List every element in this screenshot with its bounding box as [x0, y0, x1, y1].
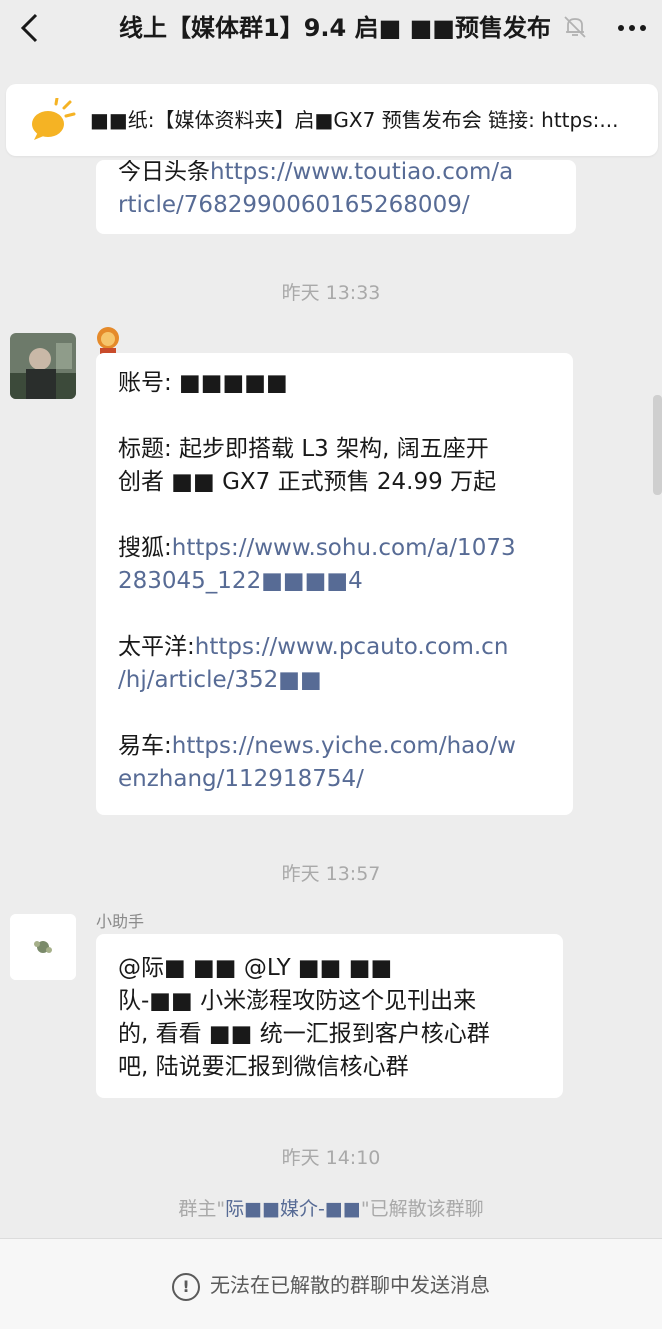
pinned-text: ■■纸:【媒体资料夹】启■GX7 预售发布会 链接: https:...: [90, 108, 619, 132]
more-dots-icon: [618, 25, 624, 31]
yiche-link[interactable]: https://news.yiche.com/hao/w: [172, 733, 516, 759]
message-line: 的, 看看 ■■ 统一汇报到客户核心群: [118, 1021, 490, 1047]
scrollbar-thumb[interactable]: [653, 395, 662, 495]
lion-emoji-icon: [97, 327, 119, 354]
pcauto-link-cont[interactable]: /hj/article/352■■: [118, 667, 322, 693]
timestamp: 昨天 13:57: [281, 863, 381, 885]
assistant-avatar-icon: [10, 914, 76, 980]
announcement-bulb-icon: [32, 98, 76, 140]
message-bubble-toutiao[interactable]: 今日头条https://www.toutiao.com/a rticle/768…: [96, 160, 576, 234]
message-bubble-assistant[interactable]: @际■ ■■ @LY ■■ ■■ 队-■■ 小米澎程攻防这个见刊出来 的, 看看…: [96, 934, 563, 1098]
pcauto-label: 太平洋:: [118, 634, 195, 660]
toutiao-link[interactable]: https://www.toutiao.com/a: [210, 160, 513, 185]
bell-off-icon: [564, 16, 586, 38]
message-line: 吧, 陆说要汇报到微信核心群: [118, 1054, 409, 1080]
title-line-1: 标题: 起步即搭载 L3 架构, 阔五座开: [118, 436, 489, 462]
title-line-2: 创者 ■■ GX7 正式预售 24.99 万起: [118, 469, 497, 495]
more-options-button[interactable]: [612, 10, 652, 46]
yiche-label: 易车:: [118, 733, 172, 759]
yiche-link-cont[interactable]: enzhang/112918754/: [118, 766, 364, 792]
message-bubble-links[interactable]: 账号: ■■■■■ 标题: 起步即搭载 L3 架构, 阔五座开 创者 ■■ GX…: [96, 353, 573, 815]
toutiao-link-cont[interactable]: rticle/7682990060165268009/: [118, 192, 470, 218]
chevron-left-icon: [20, 13, 38, 43]
top-nav-bar: 线上【媒体群1】9.4 启■ ■■预售发布: [0, 0, 662, 56]
chat-title: 线上【媒体群1】9.4 启■ ■■预售发布: [119, 14, 551, 42]
system-prefix: 群主": [178, 1198, 226, 1220]
bottom-bar: ! 无法在已解散的群聊中发送消息: [0, 1238, 662, 1329]
sohu-link[interactable]: https://www.sohu.com/a/1073: [172, 535, 516, 561]
pcauto-link[interactable]: https://www.pcauto.com.cn: [195, 634, 509, 660]
avatar[interactable]: [10, 914, 76, 980]
timestamp: 昨天 13:33: [281, 282, 381, 304]
warning-circle-icon: !: [172, 1272, 200, 1301]
back-button[interactable]: [12, 10, 48, 46]
cannot-send-text: 无法在已解散的群聊中发送消息: [210, 1273, 490, 1297]
sohu-label: 搜狐:: [118, 535, 172, 561]
sender-name: 小助手: [96, 912, 145, 931]
avatar-photo: [10, 333, 76, 399]
pinned-announcement[interactable]: ■■纸:【媒体资料夹】启■GX7 预售发布会 链接: https:...: [6, 84, 658, 156]
message-line: 队-■■ 小米澎程攻防这个见刊出来: [118, 988, 477, 1014]
timestamp: 昨天 14:10: [281, 1147, 381, 1169]
group-owner-name[interactable]: 际■■媒介-■■: [225, 1198, 361, 1220]
account-line: 账号: ■■■■■: [118, 370, 288, 396]
group-dissolved-notice: 群主"际■■媒介-■■"已解散该群聊: [0, 1194, 662, 1221]
avatar[interactable]: [10, 333, 76, 399]
message-text: 今日头条: [118, 160, 210, 185]
system-suffix: "已解散该群聊: [360, 1198, 484, 1220]
cannot-send-notice: ! 无法在已解散的群聊中发送消息: [0, 1269, 662, 1301]
mention-line: @际■ ■■ @LY ■■ ■■: [118, 955, 393, 981]
sohu-link-cont[interactable]: 283045_122■■■■4: [118, 568, 363, 594]
